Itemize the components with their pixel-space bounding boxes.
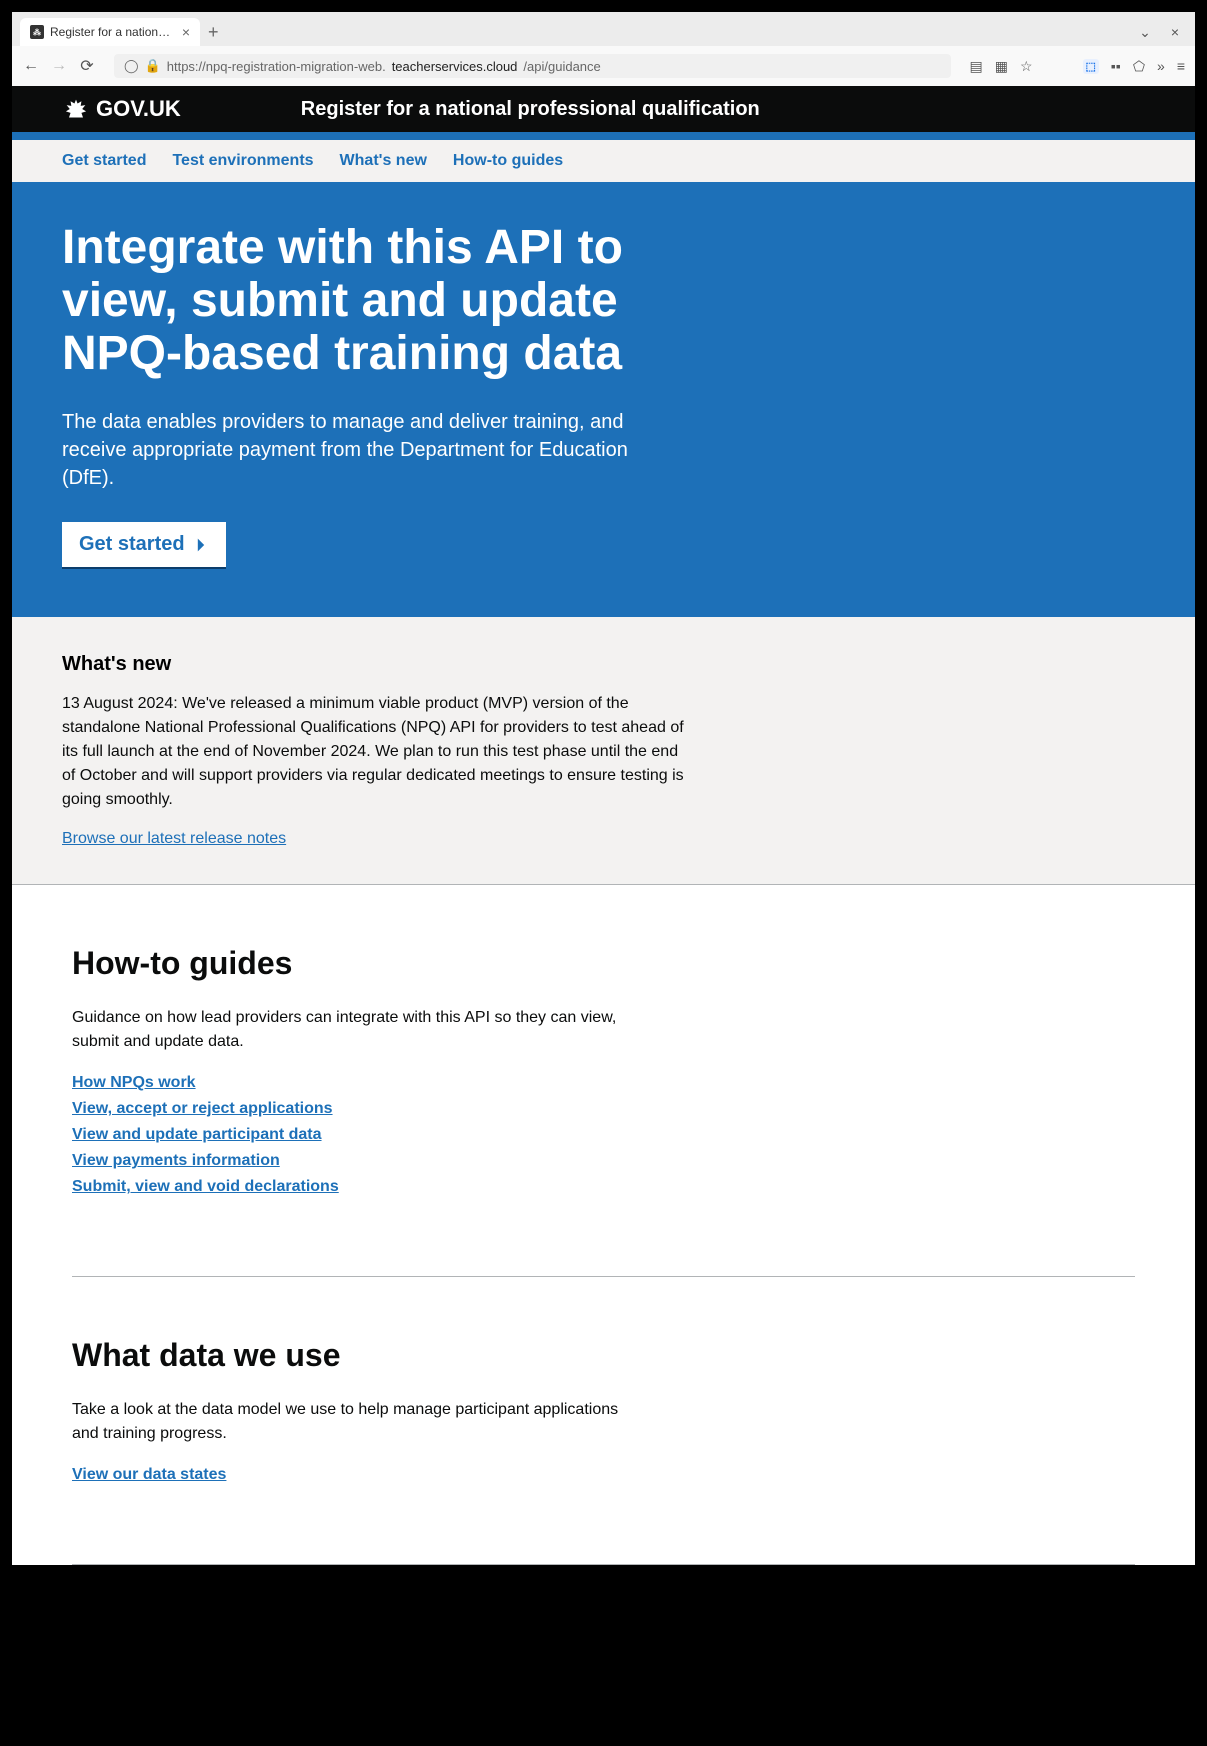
window-close-icon[interactable]: × (1171, 24, 1179, 40)
tab-title: Register for a national prc (50, 25, 176, 39)
qr-icon[interactable]: ▦ (995, 58, 1008, 75)
chevron-down-icon[interactable]: ⌄ (1139, 24, 1151, 41)
extension-icon[interactable]: ⬚ (1083, 59, 1099, 74)
menu-icon[interactable]: ≡ (1177, 58, 1185, 74)
forward-button: → (50, 57, 68, 75)
whats-new-heading: What's new (62, 653, 1145, 676)
howto-link-list: How NPQs work View, accept or reject app… (72, 1074, 1135, 1196)
release-notes-link[interactable]: Browse our latest release notes (62, 830, 286, 848)
howto-link[interactable]: Submit, view and void declarations (72, 1178, 1135, 1196)
nav-howto-guides[interactable]: How-to guides (453, 152, 563, 170)
close-icon[interactable]: × (182, 24, 190, 40)
url-input[interactable]: ◯ 🔒 https://npq-registration-migration-w… (114, 54, 951, 78)
crown-icon (62, 97, 90, 121)
whats-new-section: What's new 13 August 2024: We've release… (12, 617, 1195, 885)
url-domain: teacherservices.cloud (392, 59, 518, 74)
data-use-description: Take a look at the data model we use to … (72, 1398, 632, 1446)
apps-icon[interactable]: ▪▪ (1111, 58, 1121, 74)
reload-button[interactable]: ⟳ (78, 57, 96, 75)
govuk-header: GOV.UK Register for a national professio… (12, 86, 1195, 140)
howto-section: How-to guides Guidance on how lead provi… (12, 885, 1195, 1236)
address-bar: ← → ⟳ ◯ 🔒 https://npq-registration-migra… (12, 46, 1195, 86)
govuk-text: GOV.UK (96, 96, 181, 122)
whats-new-body: 13 August 2024: We've released a minimum… (62, 692, 692, 812)
hero: Integrate with this API to view, submit … (12, 182, 1195, 617)
tab-bar: ⁂ Register for a national prc × + ⌄ × (12, 12, 1195, 46)
browser-tab[interactable]: ⁂ Register for a national prc × (20, 18, 200, 46)
primary-nav: Get started Test environments What's new… (12, 140, 1195, 182)
reader-icon[interactable]: ▤ (969, 58, 982, 75)
shield-icon: ◯ (124, 58, 139, 74)
hero-title: Integrate with this API to view, submit … (62, 222, 682, 380)
new-tab-button[interactable]: + (208, 22, 219, 43)
nav-get-started[interactable]: Get started (62, 152, 146, 170)
back-button[interactable]: ← (22, 57, 40, 75)
howto-link[interactable]: View payments information (72, 1152, 1135, 1170)
data-use-section: What data we use Take a look at the data… (12, 1277, 1195, 1524)
nav-whats-new[interactable]: What's new (340, 152, 427, 170)
data-states-link[interactable]: View our data states (72, 1466, 1135, 1484)
extensions-icon[interactable]: ⬠ (1133, 58, 1145, 75)
howto-description: Guidance on how lead providers can integ… (72, 1006, 632, 1054)
howto-link[interactable]: View, accept or reject applications (72, 1100, 1135, 1118)
howto-link[interactable]: View and update participant data (72, 1126, 1135, 1144)
more-icon[interactable]: » (1157, 58, 1165, 74)
data-use-heading: What data we use (72, 1337, 1135, 1374)
url-prefix: https://npq-registration-migration-web. (167, 59, 386, 74)
url-suffix: /api/guidance (523, 59, 600, 74)
service-name[interactable]: Register for a national professional qua… (301, 98, 760, 121)
section-divider (72, 1564, 1135, 1565)
get-started-label: Get started (79, 533, 185, 556)
get-started-button[interactable]: Get started (62, 522, 226, 567)
govuk-logo[interactable]: GOV.UK (62, 96, 181, 122)
lock-icon: 🔒 (145, 58, 161, 74)
star-icon[interactable]: ☆ (1020, 58, 1033, 75)
tab-favicon-icon: ⁂ (30, 25, 44, 39)
howto-heading: How-to guides (72, 945, 1135, 982)
hero-description: The data enables providers to manage and… (62, 408, 662, 492)
nav-test-environments[interactable]: Test environments (172, 152, 313, 170)
chevron-right-icon (193, 537, 209, 553)
howto-link[interactable]: How NPQs work (72, 1074, 1135, 1092)
